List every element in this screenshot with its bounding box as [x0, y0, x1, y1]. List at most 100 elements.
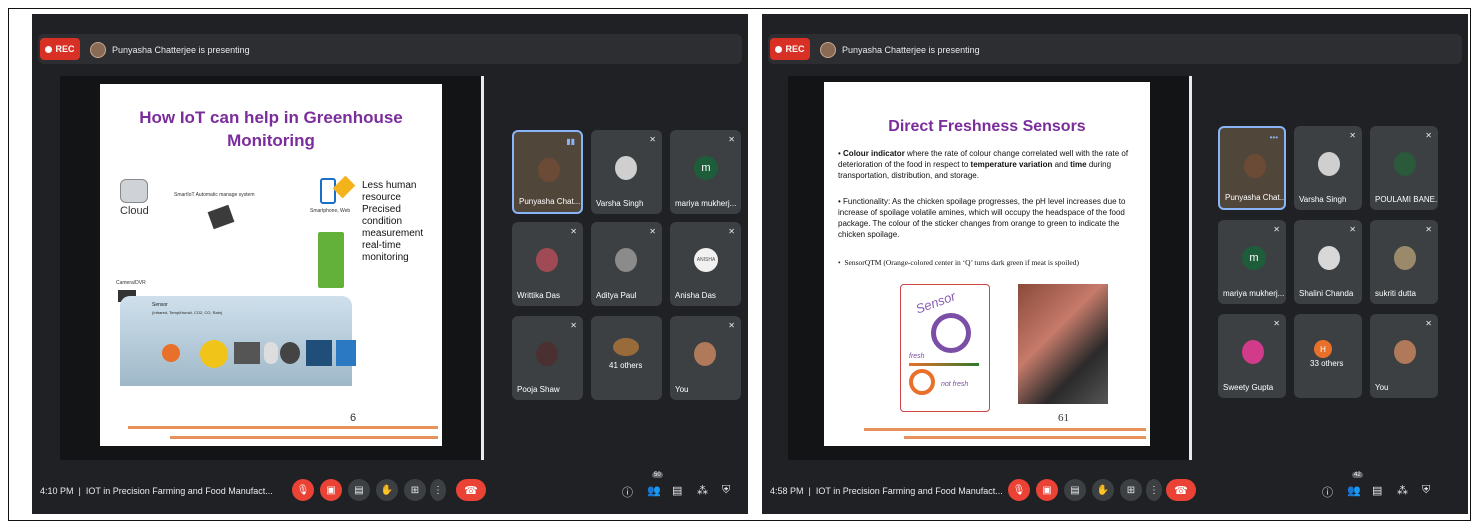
- avatar: m: [694, 156, 718, 180]
- rec-indicator[interactable]: REC: [40, 38, 80, 60]
- fresh-label: fresh: [909, 353, 925, 360]
- more-icon[interactable]: ⋮: [1146, 479, 1162, 501]
- mic-off-icon: ✕: [1425, 225, 1432, 234]
- leave-call-icon[interactable]: ☎: [1166, 479, 1196, 501]
- captions-icon[interactable]: ▤: [348, 479, 370, 501]
- participant-tile[interactable]: ▮▮ Punyasha Chat...: [512, 130, 583, 214]
- people-icon[interactable]: 👥: [1347, 484, 1361, 497]
- more-icon[interactable]: ⋮: [430, 479, 446, 501]
- participant-tile[interactable]: ✕ Writtika Das: [512, 222, 583, 306]
- meeting-title: IOT in Precision Farming and Food Manufa…: [815, 486, 1003, 496]
- mic-off-icon: ✕: [1349, 131, 1356, 140]
- captions-icon[interactable]: ▤: [1064, 479, 1086, 501]
- mic-off-icon: ✕: [728, 227, 735, 236]
- mic-off-icon: ✕: [649, 227, 656, 236]
- mic-off-icon[interactable]: 🎙: [1008, 479, 1030, 501]
- people-icon[interactable]: 👥: [647, 484, 661, 497]
- avatar: [1394, 152, 1416, 176]
- mic-off-icon: ✕: [570, 227, 577, 236]
- slide-page-number: 61: [1058, 412, 1069, 424]
- slide-accent-line: [864, 428, 1146, 431]
- present-icon[interactable]: ⊞: [1120, 479, 1142, 501]
- participant-tile[interactable]: m ✕ mariya mukherj...: [1218, 220, 1286, 304]
- participant-tile[interactable]: ✕ Varsha Singh: [591, 130, 662, 214]
- mic-off-icon: ✕: [1425, 131, 1432, 140]
- participant-tile[interactable]: ANISHA ✕ Anisha Das: [670, 222, 741, 306]
- activities-icon[interactable]: ⁂: [1397, 484, 1408, 497]
- avatar: [1242, 340, 1264, 364]
- cloud-icon: [120, 179, 148, 203]
- mic-off-icon: ✕: [1273, 225, 1280, 234]
- meat-package-photo: [1018, 284, 1108, 404]
- freshness-arrow: [909, 363, 979, 366]
- fan-icon: [280, 342, 300, 364]
- avatar: [615, 248, 637, 272]
- lamp-icon: [264, 342, 278, 364]
- presenting-bar: REC Punyasha Chatterjee is presenting: [768, 34, 1462, 64]
- meeting-details: 4:58 PM | IOT in Precision Farming and F…: [770, 486, 1003, 496]
- presenter-info: Punyasha Chatterjee is presenting: [90, 42, 250, 58]
- mic-off-icon: ✕: [728, 321, 735, 330]
- avatar: [1318, 246, 1340, 270]
- valve-icon: [306, 340, 332, 366]
- time-label: 4:58 PM: [770, 486, 804, 496]
- raise-hand-icon[interactable]: ✋: [1092, 479, 1114, 501]
- camera-off-icon[interactable]: ▣: [320, 479, 342, 501]
- present-icon[interactable]: ⊞: [404, 479, 426, 501]
- participant-tile[interactable]: H 33 others: [1294, 314, 1362, 398]
- stage-divider: [1189, 76, 1192, 460]
- app-screen-icon: [318, 232, 344, 288]
- participant-tile[interactable]: ✕ Sweety Gupta: [1218, 314, 1286, 398]
- rec-label: REC: [55, 44, 75, 54]
- chat-icon[interactable]: ▤: [672, 484, 682, 497]
- avatar-stack: H: [1314, 340, 1332, 358]
- co2-icon: [162, 344, 180, 362]
- presenter-avatar: [820, 42, 836, 58]
- participant-tile[interactable]: ✕ Shalini Chanda: [1294, 220, 1362, 304]
- host-controls-icon[interactable]: ⛨: [1422, 484, 1430, 497]
- slide-accent-line: [128, 426, 438, 429]
- mic-off-icon[interactable]: 🎙: [292, 479, 314, 501]
- avatar: [536, 342, 558, 366]
- sensor-label: Sensor: [152, 302, 168, 308]
- q-orange-icon: [909, 369, 935, 395]
- sun-icon: [200, 340, 228, 368]
- stage-divider: [481, 76, 484, 460]
- participant-tile[interactable]: 41 others: [591, 316, 662, 400]
- host-controls-icon[interactable]: ⛨: [722, 484, 730, 497]
- router-icon: [207, 204, 235, 230]
- participant-tile[interactable]: m ✕ mariya mukherj...: [670, 130, 741, 214]
- bullet-colour-indicator: • Colour indicator where the rate of col…: [838, 149, 1129, 180]
- smart-label: SmartIoT Automatic manage system: [174, 192, 255, 198]
- control-bar: 4:58 PM | IOT in Precision Farming and F…: [762, 470, 1468, 514]
- avatar: [1394, 340, 1416, 364]
- participant-tile[interactable]: ••• Punyasha Chat...: [1218, 126, 1286, 210]
- chat-icon[interactable]: ▤: [1372, 484, 1382, 497]
- participant-tile[interactable]: ✕ Aditya Paul: [591, 222, 662, 306]
- participant-tile[interactable]: ✕ You: [670, 316, 741, 400]
- bullet: real-time monitoring: [362, 240, 409, 263]
- avatar: m: [1242, 246, 1266, 270]
- raise-hand-icon[interactable]: ✋: [376, 479, 398, 501]
- info-icon[interactable]: ⓘ: [1322, 484, 1333, 500]
- activities-icon[interactable]: ⁂: [697, 484, 708, 497]
- time-label: 4:10 PM: [40, 486, 74, 496]
- bullet-functionality: • Functionality: As the chicken spoilage…: [838, 197, 1126, 239]
- participant-tile[interactable]: ✕ sukriti dutta: [1370, 220, 1438, 304]
- camera-off-icon[interactable]: ▣: [1036, 479, 1058, 501]
- people-count-badge: 42: [1352, 472, 1363, 478]
- rec-indicator[interactable]: REC: [770, 38, 810, 60]
- mic-off-icon: ✕: [728, 135, 735, 144]
- heater-icon: [234, 342, 260, 364]
- leave-call-icon[interactable]: ☎: [456, 479, 486, 501]
- info-icon[interactable]: ⓘ: [622, 484, 633, 500]
- participant-tile[interactable]: ✕ Varsha Singh: [1294, 126, 1362, 210]
- record-dot-icon: [45, 45, 53, 53]
- more-options-icon: •••: [1269, 133, 1278, 142]
- meeting-details: 4:10 PM | IOT in Precision Farming and F…: [40, 486, 273, 496]
- avatar: [615, 156, 637, 180]
- q-logo-icon: [931, 313, 971, 353]
- participant-tile[interactable]: ✕ POULAMI BANE...: [1370, 126, 1438, 210]
- participant-tile[interactable]: ✕ You: [1370, 314, 1438, 398]
- participant-tile[interactable]: ✕ Pooja Shaw: [512, 316, 583, 400]
